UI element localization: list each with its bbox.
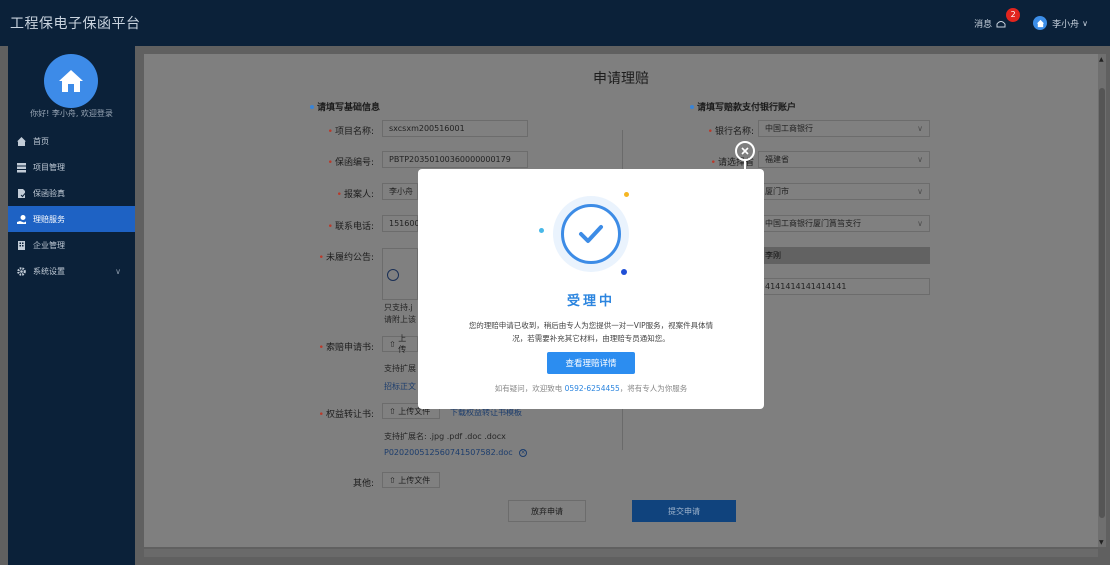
notice-hint: 只支持.j	[384, 303, 413, 312]
chevron-down-icon: ∨	[917, 219, 923, 228]
submit-button[interactable]: 提交申请	[632, 500, 736, 522]
sidebar-nav: 首页 项目管理 保函验真 理赔服务 企业管理 系统设置 ∨	[8, 128, 135, 284]
sidebar-item-label: 系统设置	[33, 266, 65, 276]
success-check-icon	[553, 196, 629, 272]
decor-dot	[539, 228, 544, 233]
sidebar-item-home[interactable]: 首页	[8, 128, 135, 154]
project-name-label: • 项目名称:	[327, 127, 374, 137]
home-icon	[16, 136, 27, 147]
claim-upload-button[interactable]: ⇧ 上传	[382, 334, 418, 354]
sidebar-item-label: 理赔服务	[33, 214, 65, 224]
upload-icon: ⇧	[389, 475, 396, 485]
section-title: 请填写赔款支付银行账户	[697, 103, 797, 113]
page-title: 申请理赔	[593, 71, 649, 87]
user-menu[interactable]: 李小舟 ∨	[1033, 16, 1088, 30]
chevron-down-icon: ∨	[917, 187, 923, 196]
sidebar-item-projects[interactable]: 项目管理	[8, 154, 135, 180]
project-name-field[interactable]: sxcsxm200516001	[382, 120, 528, 137]
modal-close-button[interactable]	[735, 141, 755, 161]
section-bank-account: 请填写赔款支付银行账户	[690, 100, 796, 113]
branch-select[interactable]: 中国工商银行厦门篔筜支行 ∨	[758, 215, 930, 232]
section-dot	[690, 104, 694, 109]
top-bar: 工程保电子保函平台 消息 2 李小舟 ∨	[0, 0, 1110, 46]
phone-field[interactable]: 151600	[382, 215, 420, 232]
document-icon	[16, 188, 27, 199]
chevron-down-icon: ∨	[1082, 18, 1088, 28]
scroll-down-icon[interactable]: ▼	[1099, 539, 1104, 546]
phone-label: • 联系电话:	[327, 222, 374, 232]
sidebar-item-label: 项目管理	[33, 162, 65, 172]
reporter-field[interactable]: 李小舟	[382, 183, 418, 200]
rights-hint: 支持扩展名: .jpg .pdf .doc .docx	[384, 432, 506, 441]
claim-file-link[interactable]: 招标正文	[384, 381, 416, 392]
modal-footer-text: 如有疑问，欢迎致电 0592-6254455，将有专人为你服务	[494, 384, 688, 393]
grid-icon	[16, 162, 27, 173]
app-title: 工程保电子保函平台	[10, 16, 141, 32]
avatar	[1033, 16, 1048, 30]
home-icon	[1036, 19, 1044, 27]
decor-dot	[624, 192, 629, 197]
chevron-down-icon: ∨	[917, 124, 923, 133]
service-phone: 0592-6254455	[564, 384, 620, 393]
account-name-field: 李刚	[758, 247, 930, 264]
close-icon	[741, 147, 749, 155]
cancel-button[interactable]: 放弃申请	[508, 500, 586, 522]
bank-name-label: • 银行名称:	[707, 127, 754, 137]
province-select[interactable]: 福建省 ∨	[758, 151, 930, 168]
message-count-badge: 2	[1006, 7, 1021, 22]
notice-upload-preview[interactable]	[382, 248, 418, 300]
notice-hint-2: 请附上该	[384, 315, 416, 324]
horizontal-scrollbar[interactable]	[144, 549, 1098, 557]
section-dot	[310, 104, 314, 109]
sidebar-item-label: 首页	[33, 136, 49, 146]
remove-file-icon[interactable]: ×	[519, 448, 528, 457]
scrollbar-thumb[interactable]	[1099, 88, 1105, 518]
city-select[interactable]: 厦门市 ∨	[758, 183, 930, 200]
scroll-up-icon[interactable]: ▲	[1099, 56, 1104, 63]
modal-description: 您的理赔申请已收到，稍后由专人为您提供一对一VIP服务，视案件具体情 况，若需要…	[468, 321, 714, 343]
view-claim-details-button[interactable]: 查看理赔详情	[547, 352, 635, 374]
section-title: 请填写基础信息	[317, 103, 381, 113]
user-name: 李小舟	[1052, 19, 1080, 30]
decor-dot	[621, 269, 627, 275]
hand-money-icon	[16, 214, 27, 225]
other-upload-button[interactable]: ⇧ 上传文件	[382, 472, 440, 488]
sidebar-item-verify[interactable]: 保函验真	[8, 180, 135, 206]
chevron-down-icon: ∨	[917, 155, 923, 164]
upload-icon: ⇧	[389, 406, 396, 416]
home-logo-icon	[44, 54, 98, 108]
claim-hint: 支持扩展	[384, 364, 416, 373]
welcome-text: 你好! 李小舟, 欢迎登录	[30, 109, 113, 118]
section-basic-info: 请填写基础信息	[310, 100, 380, 113]
sidebar-item-label: 企业管理	[33, 240, 65, 250]
sidebar: 你好! 李小舟, 欢迎登录 首页 项目管理 保函验真 理赔服务 企业管理 系统设…	[8, 46, 135, 565]
sidebar-item-claims[interactable]: 理赔服务	[8, 206, 135, 232]
chevron-down-icon: ∨	[115, 266, 121, 276]
messages-button[interactable]: 消息 2	[974, 7, 1021, 30]
rights-file-link[interactable]: P020200512560741507582.doc ×	[384, 448, 528, 457]
sidebar-item-label: 保函验真	[33, 188, 65, 198]
sidebar-item-settings[interactable]: 系统设置 ∨	[8, 258, 135, 284]
bell-icon: 2	[995, 7, 1021, 29]
claim-letter-label: • 索赔申请书:	[318, 343, 374, 353]
upload-icon: ⇧	[389, 339, 396, 349]
modal-title: 受理中	[566, 294, 615, 309]
gear-icon	[16, 266, 27, 277]
claim-accepted-modal: 受理中 您的理赔申请已收到，稍后由专人为您提供一对一VIP服务，视案件具体情 况…	[418, 169, 764, 409]
messages-label: 消息	[974, 19, 993, 30]
stamp-icon	[387, 269, 399, 281]
building-icon	[16, 240, 27, 251]
bank-name-select[interactable]: 中国工商银行 ∨	[758, 120, 930, 137]
guarantee-no-field[interactable]: PBTP20350100360000000179	[382, 151, 528, 168]
guarantee-no-label: • 保函编号:	[327, 158, 374, 168]
account-no-field[interactable]: 4141414141414141	[758, 278, 930, 295]
rights-letter-label: • 权益转让书:	[318, 410, 374, 420]
other-label: 其他:	[352, 479, 374, 489]
notice-label: • 未履约公告:	[318, 253, 374, 263]
reporter-label: • 报案人:	[336, 190, 374, 200]
sidebar-item-company[interactable]: 企业管理	[8, 232, 135, 258]
